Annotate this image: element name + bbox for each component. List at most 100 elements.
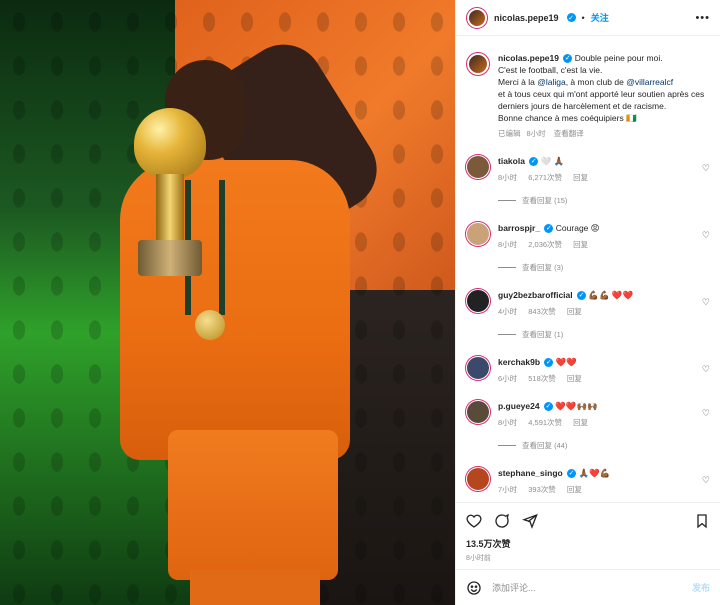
comment-body: tiakola ✓ 🤍 🙏🏾 8小时 6,271次赞 回复 查看回复 (15) (498, 155, 710, 206)
comment-body: stephane_singo ✓ 🙏🏾❤️💪🏾 7小时 393次赞 回复 (498, 467, 710, 495)
comment-text: 🤍 🙏🏾 (540, 156, 565, 166)
comment-meta: 6小时 518次赞 回复 (498, 373, 710, 384)
comment-like-heart-icon[interactable]: ♡ (702, 408, 710, 419)
comment-line: barrospjr_ ✓ Courage 😡 (498, 222, 710, 234)
post-modal: nicolas.pepe19 ✓ • 关注 ••• nicolas.pepe19… (0, 0, 720, 605)
comment-meta: 8小时 6,271次赞 回复 (498, 172, 710, 183)
separator-dot: • (581, 12, 585, 23)
view-replies-label: 查看回复 (15) (522, 196, 568, 205)
view-replies-button[interactable]: 查看回复 (15) (498, 195, 710, 206)
avatar[interactable] (466, 155, 490, 179)
comment-likes[interactable]: 4,591次赞 (528, 418, 562, 427)
comment-username[interactable]: kerchak9b (498, 357, 540, 367)
verified-badge-icon: ✓ (563, 54, 573, 64)
player-legs (190, 570, 320, 605)
verified-badge-icon: ✓ (566, 13, 576, 22)
comment-like-heart-icon[interactable]: ♡ (702, 297, 710, 308)
post-time: 8小时前 (466, 555, 491, 562)
comment-meta: 8小时 4,591次赞 回复 (498, 417, 710, 428)
comment-time: 6小时 (498, 374, 518, 383)
reply-button[interactable]: 回复 (567, 307, 582, 316)
comment-likes[interactable]: 2,036次赞 (528, 240, 562, 249)
translate-link[interactable]: 查看翻译 (554, 129, 584, 138)
comment-time: 4小时 (498, 307, 518, 316)
comment-likes[interactable]: 843次赞 (528, 307, 556, 316)
follow-button[interactable]: 关注 (591, 11, 609, 24)
view-replies-button[interactable]: 查看回复 (3) (498, 262, 710, 273)
avatar[interactable] (466, 52, 490, 76)
reply-button[interactable]: 回复 (567, 485, 582, 494)
caption-line: Bonne chance à mes coéquipiers 🇨🇮 (498, 113, 637, 123)
post-actions: 13.5万次赞 8小时前 (456, 502, 720, 569)
likes-count[interactable]: 13.5万次赞 (466, 537, 710, 550)
comment-item: p.gueye24 ✓ ❤️❤️🙌🏾🙌🏾 8小时 4,591次赞 回复 查看回复… (466, 400, 710, 451)
heart-icon[interactable] (466, 513, 482, 529)
caption-meta: 已编辑 8小时 查看翻译 (498, 128, 710, 139)
comment-likes[interactable]: 393次赞 (528, 485, 556, 494)
comment-username[interactable]: p.gueye24 (498, 401, 540, 411)
caption-time: 8小时 (526, 129, 546, 138)
comment-line: guy2bezbarofficial ✓ 💪🏾💪🏾 ❤️❤️ (498, 289, 710, 301)
post-comment-button[interactable]: 发布 (692, 581, 710, 594)
comment-line: kerchak9b ✓ ❤️❤️ (498, 356, 710, 368)
comment-likes[interactable]: 518次赞 (528, 374, 556, 383)
comment-time: 8小时 (498, 240, 518, 249)
comment-like-heart-icon[interactable]: ♡ (702, 475, 710, 486)
caption-line: Merci à la (498, 77, 535, 87)
comment-like-heart-icon[interactable]: ♡ (702, 364, 710, 375)
post-header: nicolas.pepe19 ✓ • 关注 ••• (456, 0, 720, 36)
mention-link[interactable]: @villarrealcf (626, 77, 673, 87)
view-replies-button[interactable]: 查看回复 (1) (498, 329, 710, 340)
comment-text: 🙏🏾❤️💪🏾 (578, 468, 611, 478)
comment-text: ❤️❤️🙌🏾🙌🏾 (555, 401, 598, 411)
comment-username[interactable]: guy2bezbarofficial (498, 290, 573, 300)
caption-line: et à tous ceux qui m'ont apporté leur so… (498, 89, 705, 111)
avatar[interactable] (466, 467, 490, 491)
avatar[interactable] (466, 6, 488, 29)
trophy (128, 108, 212, 278)
comment-input[interactable] (492, 582, 682, 593)
reply-button[interactable]: 回复 (573, 173, 588, 182)
avatar[interactable] (466, 222, 490, 246)
avatar[interactable] (466, 289, 490, 313)
add-comment-bar: 发布 (456, 569, 720, 605)
comment-username[interactable]: tiakola (498, 156, 525, 166)
post-side-panel: nicolas.pepe19 ✓ • 关注 ••• nicolas.pepe19… (455, 0, 720, 605)
comment-like-heart-icon[interactable]: ♡ (702, 163, 710, 174)
mention-link[interactable]: @laliga (537, 77, 565, 87)
comment-likes[interactable]: 6,271次赞 (528, 173, 562, 182)
comment-like-heart-icon[interactable]: ♡ (702, 230, 710, 241)
comment-body: barrospjr_ ✓ Courage 😡 8小时 2,036次赞 回复 查看… (498, 222, 710, 273)
avatar[interactable] (466, 400, 490, 424)
share-icon[interactable] (522, 513, 538, 529)
trophy-cup (134, 108, 206, 178)
reply-button[interactable]: 回复 (567, 374, 582, 383)
view-replies-label: 查看回复 (1) (522, 330, 564, 339)
more-icon[interactable]: ••• (695, 12, 710, 24)
author-username[interactable]: nicolas.pepe19 (494, 13, 559, 23)
comment-body: p.gueye24 ✓ ❤️❤️🙌🏾🙌🏾 8小时 4,591次赞 回复 查看回复… (498, 400, 710, 451)
bookmark-icon[interactable] (694, 513, 710, 529)
view-replies-label: 查看回复 (44) (522, 441, 568, 450)
caption-edited: 已编辑 (498, 129, 521, 138)
verified-badge-icon: ✓ (529, 157, 539, 167)
caption-author[interactable]: nicolas.pepe19 (498, 53, 559, 63)
reply-button[interactable]: 回复 (573, 418, 588, 427)
caption-line: C'est le football, c'est la vie. (498, 65, 603, 75)
caption: nicolas.pepe19 ✓ Double peine pour moi. … (466, 52, 710, 139)
comment-body: guy2bezbarofficial ✓ 💪🏾💪🏾 ❤️❤️ 4小时 843次赞… (498, 289, 710, 340)
view-replies-button[interactable]: 查看回复 (44) (498, 440, 710, 451)
comment-username[interactable]: barrospjr_ (498, 223, 540, 233)
avatar[interactable] (466, 356, 490, 380)
comment-item: kerchak9b ✓ ❤️❤️ 6小时 518次赞 回复 ♡ (466, 356, 710, 384)
comment-username[interactable]: stephane_singo (498, 468, 563, 478)
post-photo[interactable] (0, 0, 455, 605)
comments-list[interactable]: nicolas.pepe19 ✓ Double peine pour moi. … (456, 36, 720, 502)
view-replies-label: 查看回复 (3) (522, 263, 564, 272)
comment-line: tiakola ✓ 🤍 🙏🏾 (498, 155, 710, 167)
comment-icon[interactable] (494, 513, 510, 529)
comment-item: stephane_singo ✓ 🙏🏾❤️💪🏾 7小时 393次赞 回复 ♡ (466, 467, 710, 495)
reply-button[interactable]: 回复 (573, 240, 588, 249)
emoji-icon[interactable] (466, 580, 482, 596)
comment-text: ❤️❤️ (555, 357, 577, 367)
